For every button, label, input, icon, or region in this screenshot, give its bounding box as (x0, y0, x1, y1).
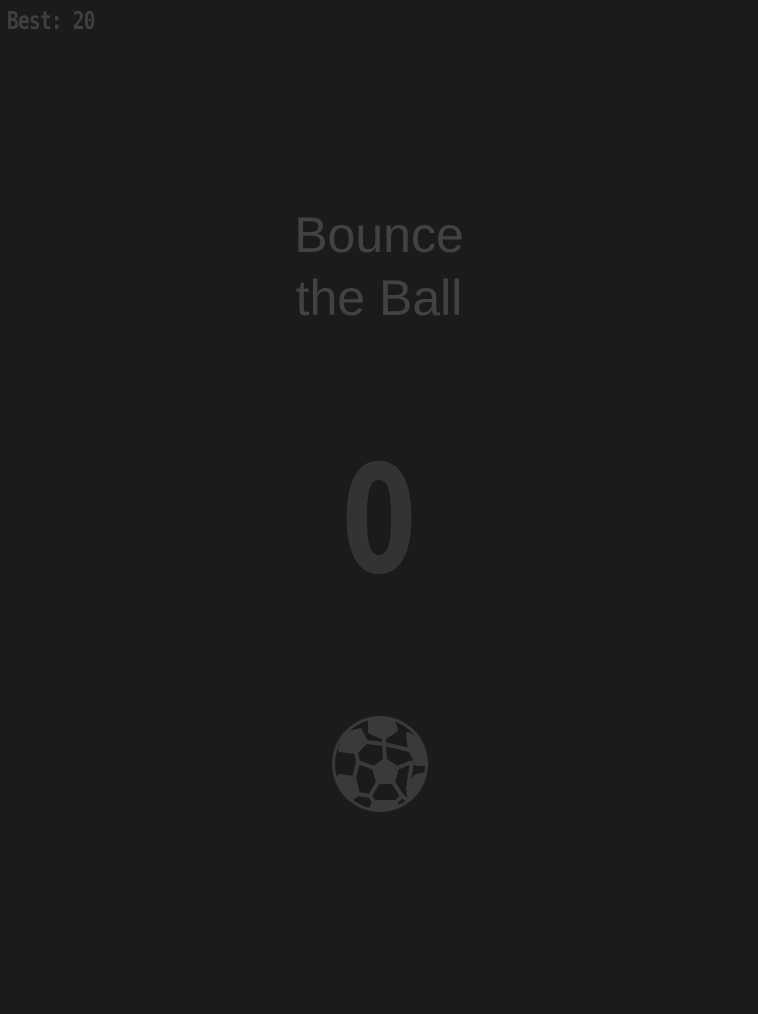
game-title-line-1: Bounce (294, 207, 464, 263)
best-score: Best: 20 (7, 6, 95, 35)
game-screen[interactable]: Best: 20 Bounce the Ball 0 (0, 0, 758, 1014)
soccer-ball-icon[interactable] (330, 714, 430, 814)
game-title-line-2: the Ball (295, 270, 463, 326)
current-score: 0 (341, 434, 417, 608)
